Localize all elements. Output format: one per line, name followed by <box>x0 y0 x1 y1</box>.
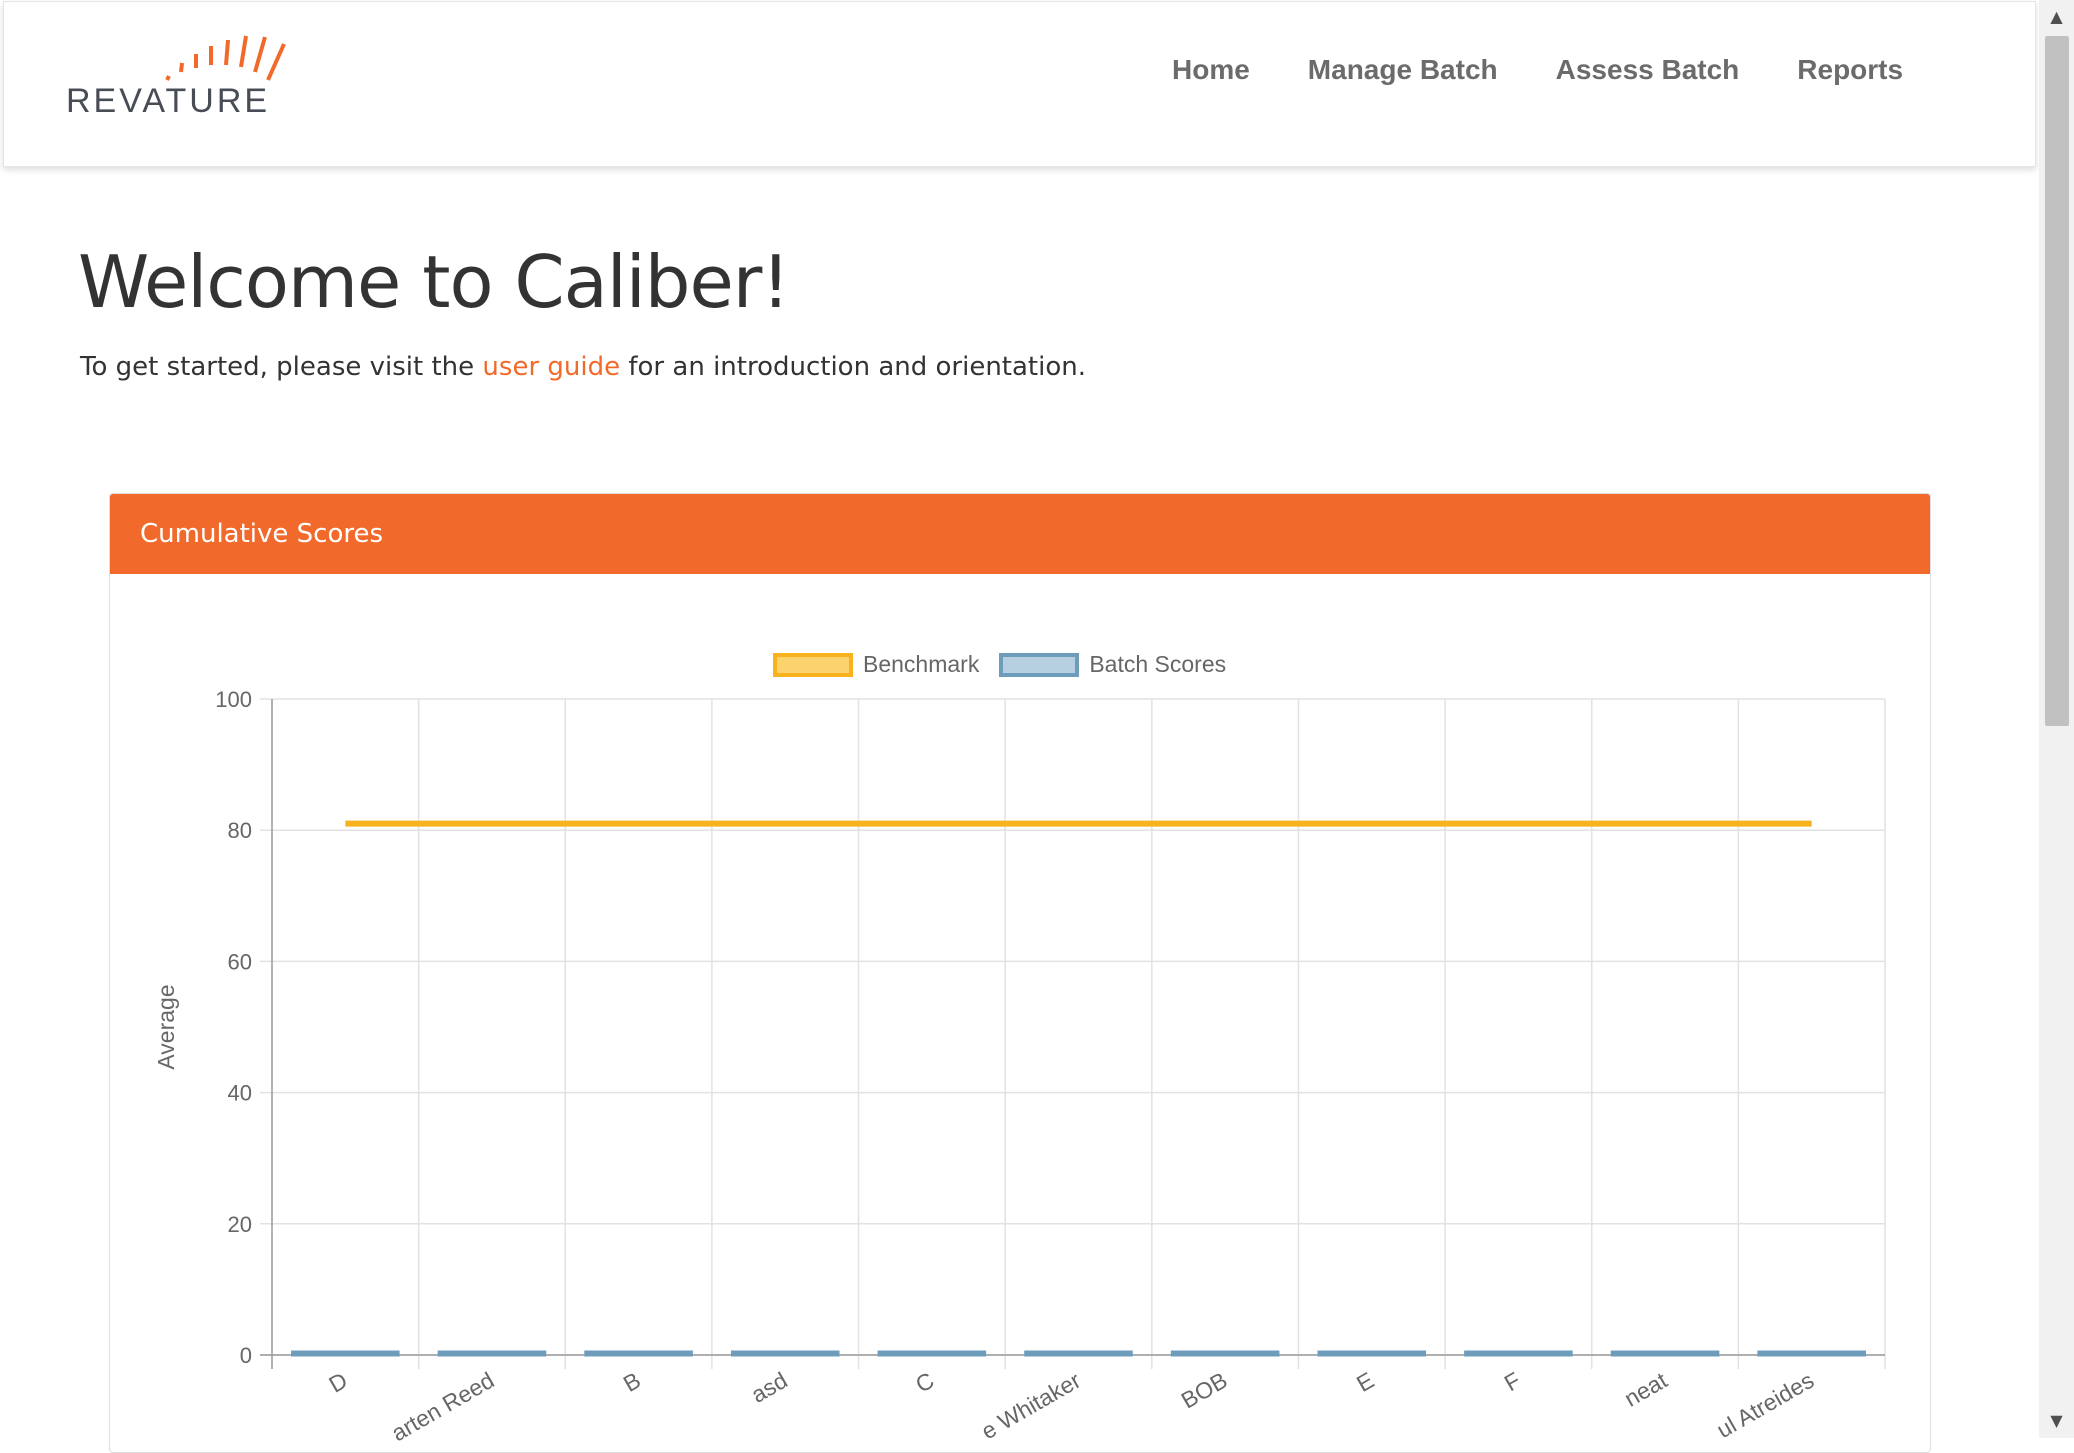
scroll-up-icon[interactable]: ▲ <box>2039 0 2074 34</box>
vertical-scrollbar[interactable]: ▲ ▼ <box>2039 0 2074 1438</box>
legend-batch-scores-label: Batch Scores <box>1089 651 1227 677</box>
batch-score-bar <box>1317 1350 1427 1357</box>
batch-scores-swatch <box>999 652 1080 677</box>
revature-logo[interactable]: REVATURE <box>64 30 324 120</box>
y-axis-label: Average <box>153 984 179 1069</box>
x-tick-label: F <box>1500 1367 1525 1397</box>
y-tick-label: 40 <box>228 1081 252 1106</box>
x-tick-label: E <box>1352 1367 1378 1397</box>
batch-score-bar <box>1170 1350 1280 1357</box>
x-tick-label: asd <box>747 1367 792 1408</box>
y-tick-label: 20 <box>228 1212 252 1237</box>
x-tick-label: ul Atreides <box>1712 1367 1818 1443</box>
logo-text: REVATURE <box>66 82 271 120</box>
benchmark-swatch <box>773 652 853 677</box>
y-tick-label: 60 <box>228 949 252 974</box>
top-navbar: REVATURE Home Manage Batch Assess Batch … <box>3 1 2036 167</box>
x-tick-label: neat <box>1620 1367 1672 1412</box>
x-tick-label: arten Reed <box>387 1367 499 1446</box>
nav-assess-batch[interactable]: Assess Batch <box>1556 54 1740 86</box>
chart-legend: Benchmark Batch Scores <box>773 651 1246 678</box>
scroll-down-icon[interactable]: ▼ <box>2039 1404 2074 1438</box>
legend-benchmark[interactable]: Benchmark <box>773 651 979 678</box>
x-tick-label: e Whitaker <box>977 1367 1085 1445</box>
logo-rays-icon <box>165 35 286 81</box>
batch-score-bar <box>1757 1350 1866 1357</box>
x-tick-label: D <box>324 1367 351 1398</box>
intro-text-before: To get started, please visit the <box>80 352 483 382</box>
y-tick-label: 80 <box>228 818 252 843</box>
nav-manage-batch[interactable]: Manage Batch <box>1308 54 1498 86</box>
user-guide-link[interactable]: user guide <box>482 352 620 382</box>
x-tick-label: BOB <box>1177 1367 1232 1414</box>
scrollbar-thumb[interactable] <box>2045 36 2069 726</box>
intro-text-after: for an introduction and orientation. <box>620 352 1087 382</box>
intro-text: To get started, please visit the user gu… <box>80 352 1086 382</box>
batch-score-bar <box>1464 1350 1573 1357</box>
batch-score-bar <box>1610 1350 1720 1357</box>
nav-reports[interactable]: Reports <box>1797 54 1903 86</box>
batch-score-bar <box>877 1350 987 1357</box>
batch-score-bar <box>730 1350 840 1357</box>
main-nav: Home Manage Batch Assess Batch Reports <box>1172 54 1961 86</box>
page-title: Welcome to Caliber! <box>78 240 790 324</box>
y-tick-label: 100 <box>215 687 252 712</box>
y-tick-label: 0 <box>240 1343 252 1368</box>
batch-score-bar <box>584 1350 693 1357</box>
batch-score-bar <box>437 1350 547 1357</box>
legend-batch-scores[interactable]: Batch Scores <box>999 651 1226 678</box>
batch-score-bar <box>1024 1350 1133 1357</box>
cumulative-scores-panel: Cumulative Scores 0 20 40 60 80 100 Average Dar… <box>109 493 1931 1453</box>
nav-home[interactable]: Home <box>1172 54 1250 86</box>
x-tick-label: B <box>619 1367 645 1397</box>
cumulative-scores-chart: 0 20 40 60 80 100 Average D arten Reed Basd Ce Whi… <box>153 687 1886 1446</box>
legend-benchmark-label: Benchmark <box>863 651 980 677</box>
batch-score-bar <box>291 1350 400 1357</box>
x-tick-label: C <box>911 1367 938 1398</box>
